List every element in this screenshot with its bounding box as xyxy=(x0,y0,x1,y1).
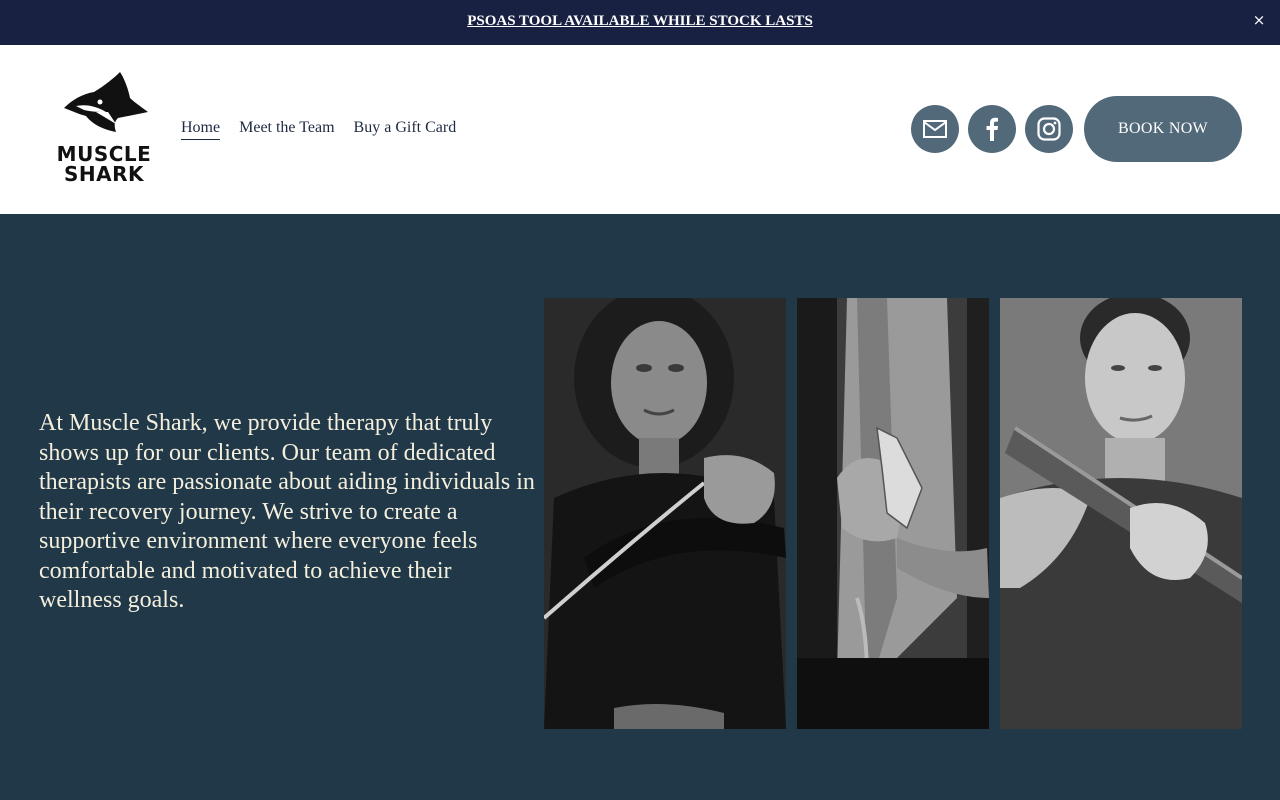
main-nav: Home Meet the Team Buy a Gift Card xyxy=(181,119,456,140)
logo-text-line1: MUSCLE xyxy=(56,142,152,166)
email-button[interactable] xyxy=(911,105,959,153)
shark-icon xyxy=(64,72,148,132)
instagram-icon xyxy=(1037,117,1061,141)
facebook-icon xyxy=(986,117,998,141)
book-now-button[interactable]: BOOK NOW xyxy=(1084,96,1242,162)
announcement-link[interactable]: PSOAS TOOL AVAILABLE WHILE STOCK LASTS xyxy=(0,13,1280,30)
nav-item-buy-a-gift-card[interactable]: Buy a Gift Card xyxy=(354,119,457,140)
logo-text-line2: SHARK xyxy=(63,162,145,186)
photo-man-with-roller xyxy=(1000,298,1242,729)
email-icon xyxy=(923,120,947,138)
instagram-button[interactable] xyxy=(1025,105,1073,153)
site-header: MUSCLE SHARK Home Meet the Team Buy a Gi… xyxy=(0,45,1280,214)
logo[interactable]: MUSCLE SHARK xyxy=(56,72,152,184)
nav-item-meet-the-team[interactable]: Meet the Team xyxy=(239,119,334,140)
photo-hand-with-scraper xyxy=(797,298,989,729)
close-icon[interactable]: × xyxy=(1252,11,1266,29)
photo-woman-with-tool xyxy=(544,298,786,729)
facebook-button[interactable] xyxy=(968,105,1016,153)
hero-text: At Muscle Shark, we provide therapy that… xyxy=(39,410,535,613)
announcement-bar: PSOAS TOOL AVAILABLE WHILE STOCK LASTS × xyxy=(0,0,1280,45)
nav-item-home[interactable]: Home xyxy=(181,119,221,140)
